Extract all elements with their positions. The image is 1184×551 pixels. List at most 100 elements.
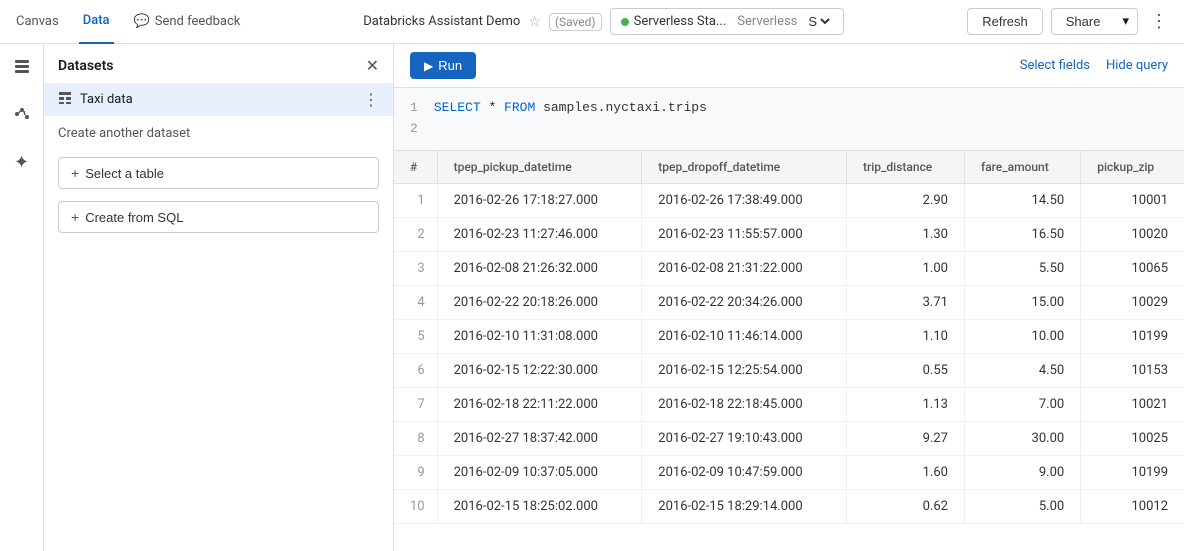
table-row: 82016-02-27 18:37:42.0002016-02-27 19:10… — [394, 421, 1184, 455]
create-dataset-link[interactable]: Create another dataset — [44, 116, 393, 151]
col-header-zip: pickup_zip — [1081, 151, 1184, 184]
table-cell-r5-c1: 5 — [394, 319, 437, 353]
serverless-button[interactable]: Serverless Sta... Serverless S — [610, 8, 845, 35]
table-row: 72016-02-18 22:11:22.0002016-02-18 22:18… — [394, 387, 1184, 421]
topbar-right: Refresh Share ▾ ⋮ — [967, 8, 1172, 35]
serverless-select[interactable]: S — [804, 13, 833, 30]
table-cell-r10-c6: 10012 — [1081, 489, 1184, 523]
col-header-fare: fare_amount — [964, 151, 1080, 184]
table-cell-r10-c5: 5.00 — [964, 489, 1080, 523]
topbar-center: Databricks Assistant Demo ☆ (Saved) Serv… — [240, 8, 967, 35]
query-bar: ▶ Run Select fields Hide query — [394, 44, 1184, 88]
graph-icon[interactable] — [7, 99, 37, 134]
close-icon[interactable]: ✕ — [366, 56, 379, 75]
sidebar-header: Datasets ✕ — [44, 44, 393, 83]
table-cell-r4-c1: 4 — [394, 285, 437, 319]
dataset-name: Taxi data — [80, 92, 133, 107]
sql-keyword-select: SELECT — [434, 100, 481, 115]
datasets-icon[interactable] — [7, 52, 37, 87]
table-row: 32016-02-08 21:26:32.0002016-02-08 21:31… — [394, 251, 1184, 285]
serverless-status-dot — [621, 18, 629, 26]
left-icon-rail: ✦ — [0, 44, 44, 551]
table-cell-r2-c1: 2 — [394, 217, 437, 251]
dataset-more-button[interactable]: ⋮ — [363, 90, 379, 109]
run-button[interactable]: ▶ Run — [410, 52, 476, 79]
chevron-down-icon: ▾ — [1122, 14, 1129, 29]
table-cell-r8-c1: 8 — [394, 421, 437, 455]
table-cell-r1-c1: 1 — [394, 183, 437, 217]
hide-query-link[interactable]: Hide query — [1106, 58, 1168, 73]
line-number-1: 1 — [410, 98, 418, 119]
table-cell-r9-c6: 10199 — [1081, 455, 1184, 489]
sql-content-1: SELECT * FROM samples.nyctaxi.trips — [434, 98, 707, 119]
table-row: 42016-02-22 20:18:26.0002016-02-22 20:34… — [394, 285, 1184, 319]
data-table: # tpep_pickup_datetime tpep_dropoff_date… — [394, 151, 1184, 524]
table-cell-r3-c2: 2016-02-08 21:26:32.000 — [437, 251, 642, 285]
table-cell-r7-c6: 10021 — [1081, 387, 1184, 421]
tab-data[interactable]: Data — [79, 0, 114, 44]
table-cell-r9-c1: 9 — [394, 455, 437, 489]
sql-line-1: 1 SELECT * FROM samples.nyctaxi.trips — [410, 98, 1168, 119]
table-cell-r2-c4: 1.30 — [846, 217, 964, 251]
table-body: 12016-02-26 17:18:27.0002016-02-26 17:38… — [394, 183, 1184, 523]
select-table-button[interactable]: + Select a table — [58, 157, 379, 189]
share-button[interactable]: Share — [1051, 8, 1115, 35]
table-cell-r7-c5: 7.00 — [964, 387, 1080, 421]
table-cell-r9-c5: 9.00 — [964, 455, 1080, 489]
table-cell-r3-c6: 10065 — [1081, 251, 1184, 285]
table-cell-r2-c3: 2016-02-23 11:55:57.000 — [642, 217, 847, 251]
plus-icon: + — [71, 165, 79, 181]
more-options-button[interactable]: ⋮ — [1146, 11, 1172, 32]
table-cell-r9-c2: 2016-02-09 10:37:05.000 — [437, 455, 642, 489]
table-cell-r4-c6: 10029 — [1081, 285, 1184, 319]
table-cell-r10-c4: 0.62 — [846, 489, 964, 523]
table-cell-r6-c5: 4.50 — [964, 353, 1080, 387]
dataset-item-taxi[interactable]: Taxi data ⋮ — [44, 83, 393, 116]
sparkle-icon[interactable]: ✦ — [8, 146, 35, 179]
table-cell-r4-c4: 3.71 — [846, 285, 964, 319]
table-cell-r4-c5: 15.00 — [964, 285, 1080, 319]
run-label: Run — [438, 58, 462, 73]
sidebar-title: Datasets — [58, 58, 114, 74]
refresh-button[interactable]: Refresh — [967, 8, 1043, 35]
content-area: ▶ Run Select fields Hide query 1 SELECT … — [394, 44, 1184, 551]
send-feedback-button[interactable]: 💬 Send feedback — [134, 14, 241, 29]
col-header-dropoff: tpep_dropoff_datetime — [642, 151, 847, 184]
table-row: 12016-02-26 17:18:27.0002016-02-26 17:38… — [394, 183, 1184, 217]
table-cell-r5-c4: 1.10 — [846, 319, 964, 353]
table-header: # tpep_pickup_datetime tpep_dropoff_date… — [394, 151, 1184, 184]
select-fields-link[interactable]: Select fields — [1020, 58, 1090, 73]
table-cell-r7-c4: 1.13 — [846, 387, 964, 421]
sql-schema-text: samples.nyctaxi.trips — [543, 100, 707, 115]
table-cell-r8-c3: 2016-02-27 19:10:43.000 — [642, 421, 847, 455]
table-cell-r8-c2: 2016-02-27 18:37:42.000 — [437, 421, 642, 455]
sql-editor[interactable]: 1 SELECT * FROM samples.nyctaxi.trips 2 — [394, 88, 1184, 151]
table-cell-r5-c5: 10.00 — [964, 319, 1080, 353]
table-row: 22016-02-23 11:27:46.0002016-02-23 11:55… — [394, 217, 1184, 251]
share-chevron-button[interactable]: ▾ — [1114, 8, 1138, 35]
plus-icon-2: + — [71, 209, 79, 225]
table-cell-r2-c5: 16.50 — [964, 217, 1080, 251]
data-table-wrapper[interactable]: # tpep_pickup_datetime tpep_dropoff_date… — [394, 151, 1184, 551]
table-cell-r10-c2: 2016-02-15 18:25:02.000 — [437, 489, 642, 523]
table-cell-r7-c1: 7 — [394, 387, 437, 421]
share-group: Share ▾ — [1051, 8, 1138, 35]
table-cell-r1-c2: 2016-02-26 17:18:27.000 — [437, 183, 642, 217]
table-cell-r2-c6: 10020 — [1081, 217, 1184, 251]
table-row: 52016-02-10 11:31:08.0002016-02-10 11:46… — [394, 319, 1184, 353]
sidebar: Datasets ✕ Taxi data ⋮ Create another da… — [44, 44, 394, 551]
col-header-pickup: tpep_pickup_datetime — [437, 151, 642, 184]
serverless-short: Serverless — [737, 14, 797, 29]
table-cell-r8-c5: 30.00 — [964, 421, 1080, 455]
create-from-sql-button[interactable]: + Create from SQL — [58, 201, 379, 233]
header-row: # tpep_pickup_datetime tpep_dropoff_date… — [394, 151, 1184, 184]
table-cell-r9-c3: 2016-02-09 10:47:59.000 — [642, 455, 847, 489]
star-icon[interactable]: ☆ — [528, 14, 541, 30]
saved-badge: (Saved) — [549, 13, 602, 31]
table-cell-r5-c6: 10199 — [1081, 319, 1184, 353]
dataset-item-left: Taxi data — [58, 91, 133, 109]
table-cell-r9-c4: 1.60 — [846, 455, 964, 489]
tab-canvas[interactable]: Canvas — [12, 0, 63, 44]
table-cell-r3-c4: 1.00 — [846, 251, 964, 285]
table-cell-r1-c5: 14.50 — [964, 183, 1080, 217]
